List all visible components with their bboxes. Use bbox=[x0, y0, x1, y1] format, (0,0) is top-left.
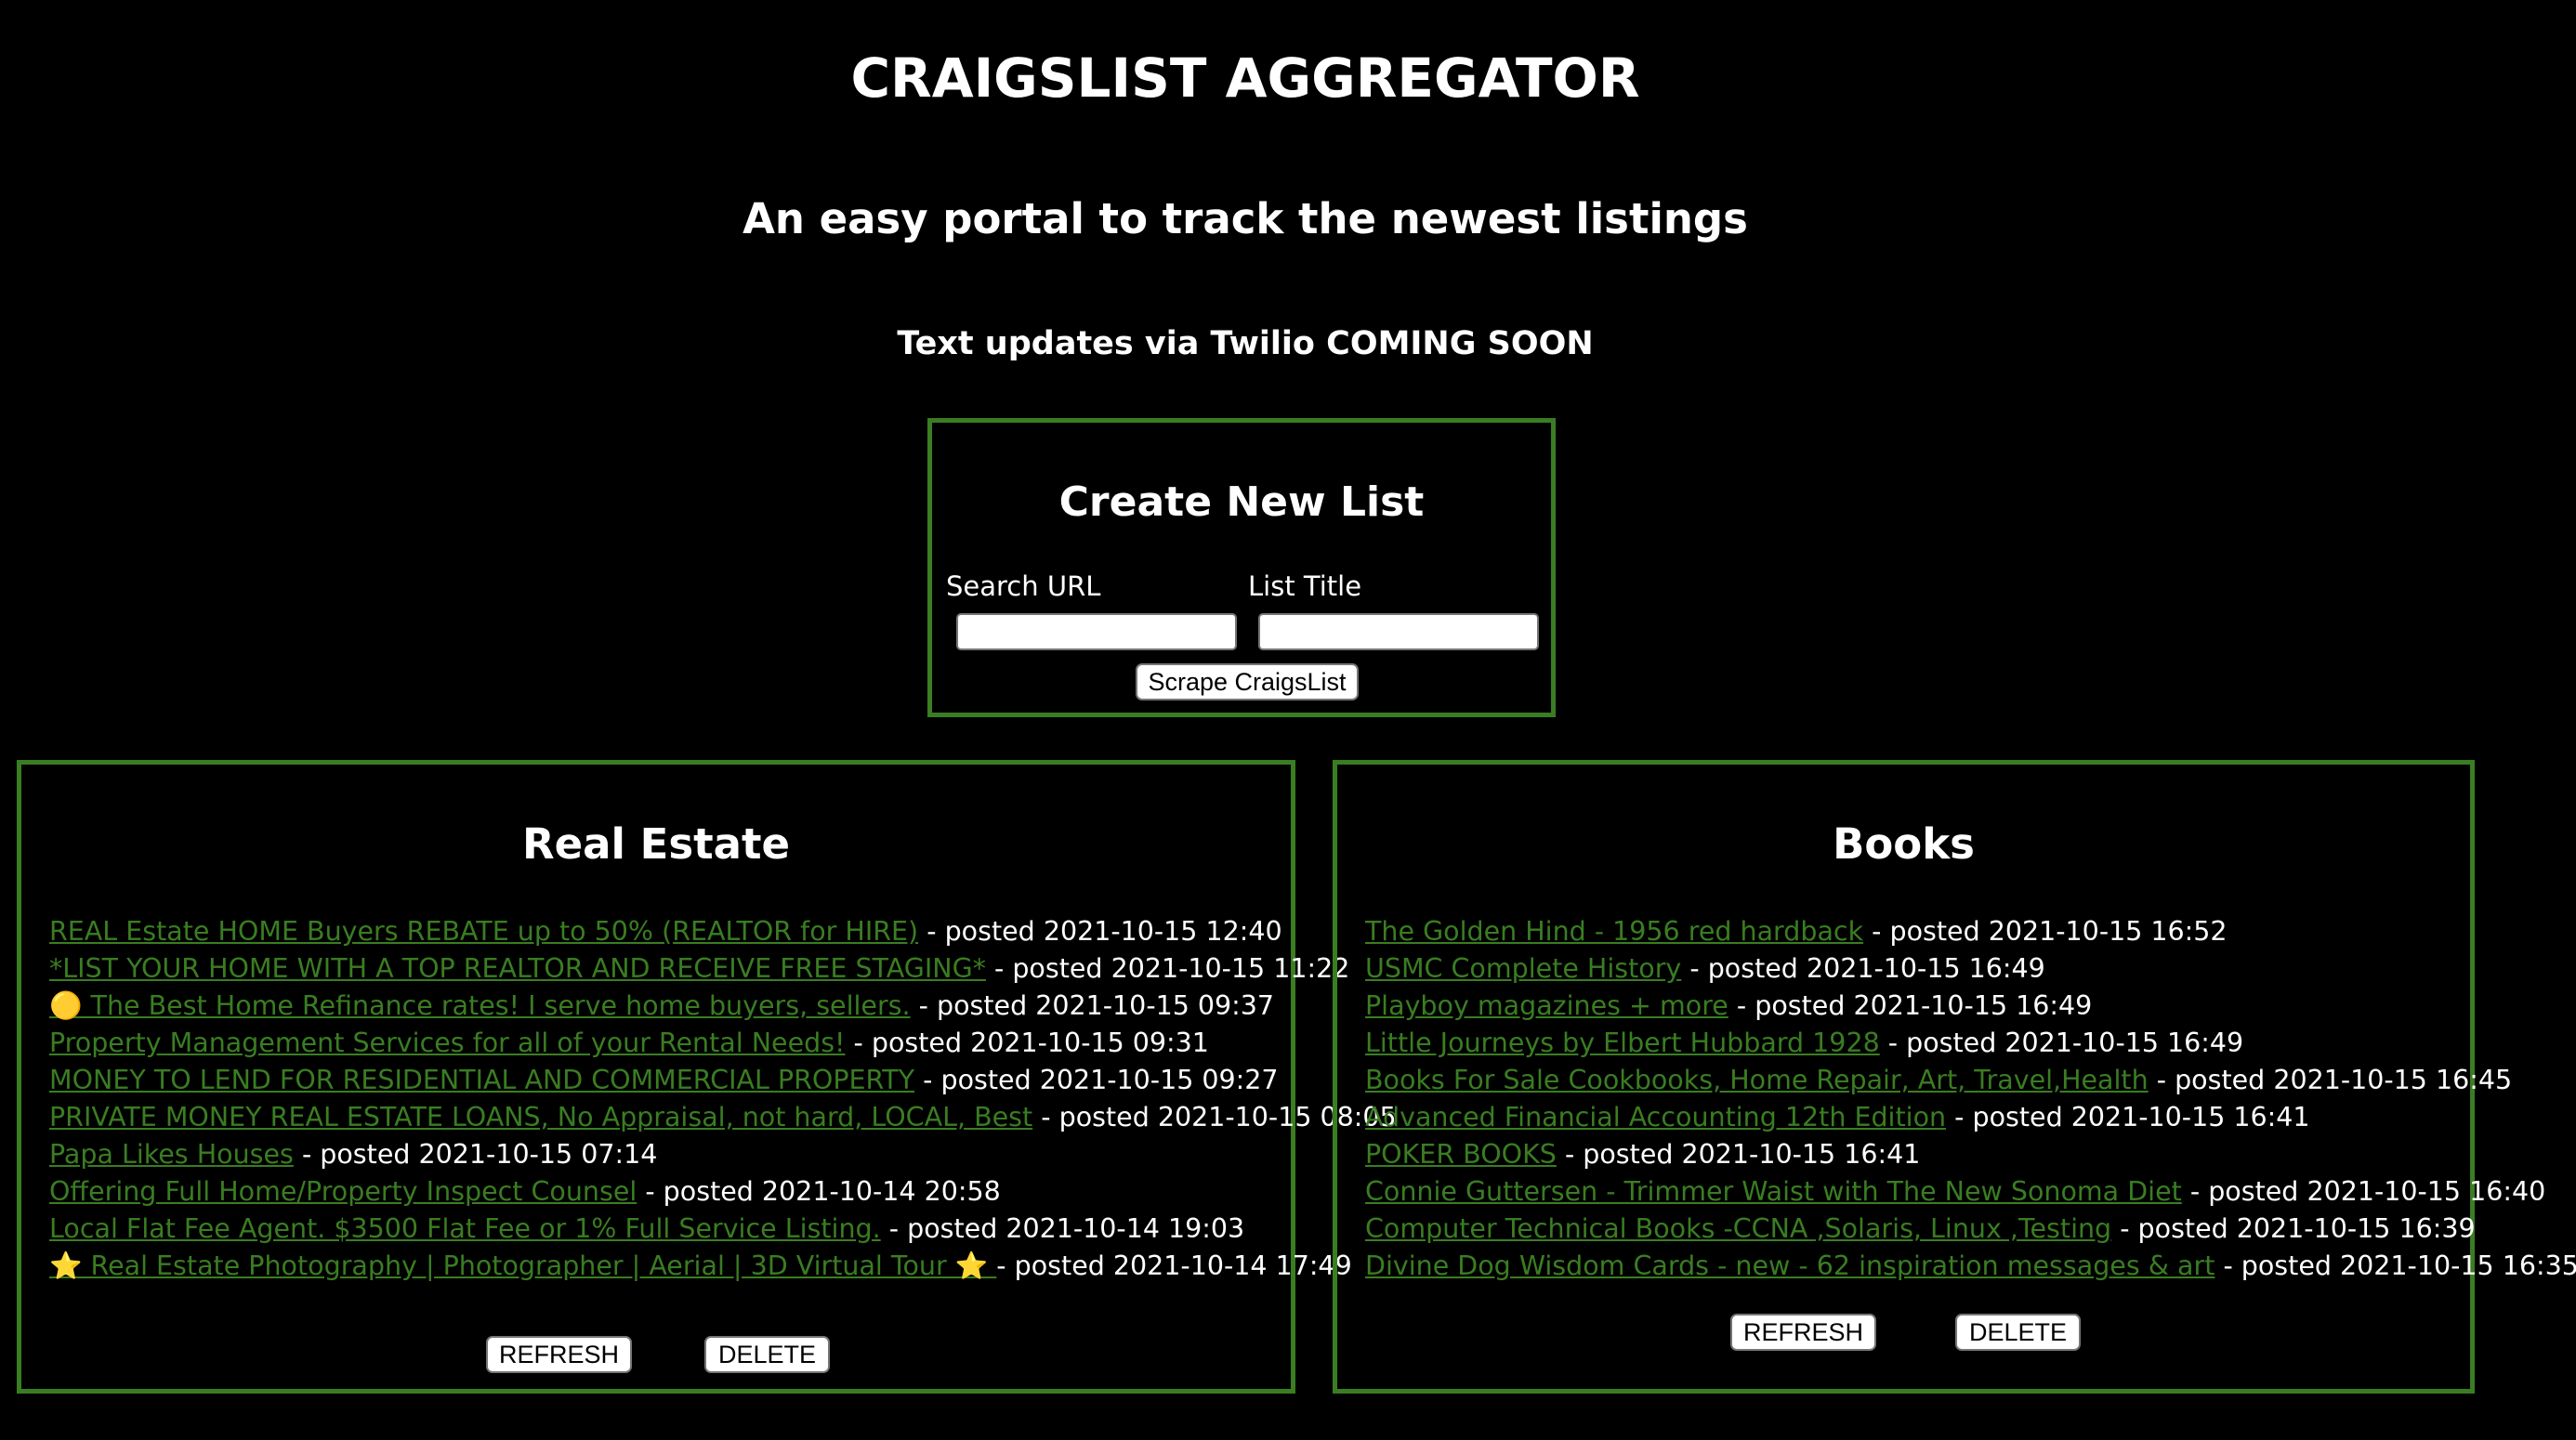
listing-link[interactable]: *LIST YOUR HOME WITH A TOP REALTOR AND R… bbox=[49, 953, 986, 984]
list-title-input[interactable] bbox=[1258, 613, 1539, 650]
list-title-label: List Title bbox=[1248, 570, 1362, 602]
listing-link[interactable]: ⭐ Real Estate Photography | Photographer… bbox=[49, 1250, 996, 1281]
listing-row: Local Flat Fee Agent. $3500 Flat Fee or … bbox=[49, 1211, 1397, 1248]
listing-row: Offering Full Home/Property Inspect Coun… bbox=[49, 1173, 1397, 1211]
listing-list: The Golden Hind - 1956 red hardback - po… bbox=[1365, 913, 2576, 1285]
posted-timestamp: - posted 2021-10-15 11:22 bbox=[993, 953, 1350, 984]
posted-timestamp: - posted 2021-10-15 16:45 bbox=[2156, 1065, 2513, 1095]
listing-row: Papa Likes Houses - posted 2021-10-15 07… bbox=[49, 1136, 1397, 1173]
list-card-books: Books The Golden Hind - 1956 red hardbac… bbox=[1333, 760, 2576, 1394]
delete-button[interactable]: DELETE bbox=[1955, 1314, 2081, 1351]
listing-row: Books For Sale Cookbooks, Home Repair, A… bbox=[1365, 1062, 2576, 1099]
posted-timestamp: - posted 2021-10-15 16:52 bbox=[1872, 916, 2228, 947]
listing-link[interactable]: Playboy magazines + more bbox=[1365, 990, 1728, 1021]
listing-link[interactable]: 🟡 The Best Home Refinance rates! I serve… bbox=[49, 990, 911, 1021]
listing-row: USMC Complete History - posted 2021-10-1… bbox=[1365, 950, 2576, 988]
listing-row: Connie Guttersen - Trimmer Waist with Th… bbox=[1365, 1173, 2576, 1211]
posted-timestamp: - posted 2021-10-14 17:49 bbox=[996, 1250, 1352, 1281]
posted-timestamp: - posted 2021-10-15 16:39 bbox=[2120, 1213, 2476, 1244]
page-subtitle: An easy portal to track the newest listi… bbox=[743, 194, 1748, 243]
listing-row: Playboy magazines + more - posted 2021-1… bbox=[1365, 988, 2576, 1025]
refresh-button[interactable]: REFRESH bbox=[486, 1336, 632, 1373]
listing-row: *LIST YOUR HOME WITH A TOP REALTOR AND R… bbox=[49, 950, 1397, 988]
create-list-form: Create New List Search URL List Title Sc… bbox=[927, 418, 1556, 717]
posted-timestamp: - posted 2021-10-15 07:14 bbox=[301, 1139, 658, 1170]
scrape-craigslist-button[interactable]: Scrape CraigsList bbox=[1136, 663, 1359, 700]
listing-link[interactable]: Papa Likes Houses bbox=[49, 1139, 294, 1170]
posted-timestamp: - posted 2021-10-15 16:35 bbox=[2223, 1250, 2576, 1281]
listing-link[interactable]: Connie Guttersen - Trimmer Waist with Th… bbox=[1365, 1176, 2182, 1207]
list-title: Real Estate bbox=[521, 819, 791, 869]
search-url-input[interactable] bbox=[956, 613, 1237, 650]
create-list-title: Create New List bbox=[1058, 478, 1425, 526]
listing-link[interactable]: MONEY TO LEND FOR RESIDENTIAL AND COMMER… bbox=[49, 1065, 914, 1095]
coming-soon-notice: Text updates via Twilio COMING SOON bbox=[897, 325, 1594, 362]
listing-link[interactable]: Computer Technical Books -CCNA ,Solaris,… bbox=[1365, 1213, 2111, 1244]
list-title: Books bbox=[1833, 819, 1975, 869]
posted-timestamp: - posted 2021-10-15 09:27 bbox=[923, 1065, 1279, 1095]
listing-link[interactable]: POKER BOOKS bbox=[1365, 1139, 1557, 1170]
listing-row: Little Journeys by Elbert Hubbard 1928 -… bbox=[1365, 1025, 2576, 1062]
listing-row: Computer Technical Books -CCNA ,Solaris,… bbox=[1365, 1211, 2576, 1248]
listing-link[interactable]: Offering Full Home/Property Inspect Coun… bbox=[49, 1176, 637, 1207]
listing-row: Advanced Financial Accounting 12th Editi… bbox=[1365, 1099, 2576, 1136]
posted-timestamp: - posted 2021-10-14 20:58 bbox=[645, 1176, 1001, 1207]
page-title: CRAIGSLIST AGGREGATOR bbox=[850, 46, 1640, 110]
posted-timestamp: - posted 2021-10-15 16:49 bbox=[1736, 990, 2093, 1021]
posted-timestamp: - posted 2021-10-15 09:37 bbox=[918, 990, 1275, 1021]
posted-timestamp: - posted 2021-10-15 12:40 bbox=[927, 916, 1282, 947]
delete-button[interactable]: DELETE bbox=[704, 1336, 830, 1373]
posted-timestamp: - posted 2021-10-14 19:03 bbox=[888, 1213, 1245, 1244]
posted-timestamp: - posted 2021-10-15 16:40 bbox=[2189, 1176, 2546, 1207]
listing-row: MONEY TO LEND FOR RESIDENTIAL AND COMMER… bbox=[49, 1062, 1397, 1099]
posted-timestamp: - posted 2021-10-15 16:49 bbox=[1689, 953, 2045, 984]
list-card-real-estate: Real Estate REAL Estate HOME Buyers REBA… bbox=[17, 760, 1397, 1394]
search-url-label: Search URL bbox=[946, 570, 1101, 602]
listing-link[interactable]: REAL Estate HOME Buyers REBATE up to 50%… bbox=[49, 916, 918, 947]
listing-link[interactable]: PRIVATE MONEY REAL ESTATE LOANS, No Appr… bbox=[49, 1102, 1032, 1132]
posted-timestamp: - posted 2021-10-15 09:31 bbox=[853, 1028, 1209, 1058]
listing-row: ⭐ Real Estate Photography | Photographer… bbox=[49, 1248, 1397, 1285]
listing-link[interactable]: Little Journeys by Elbert Hubbard 1928 bbox=[1365, 1028, 1880, 1058]
listing-row: The Golden Hind - 1956 red hardback - po… bbox=[1365, 913, 2576, 950]
listing-row: PRIVATE MONEY REAL ESTATE LOANS, No Appr… bbox=[49, 1099, 1397, 1136]
listing-link[interactable]: USMC Complete History bbox=[1365, 953, 1681, 984]
listing-link[interactable]: Local Flat Fee Agent. $3500 Flat Fee or … bbox=[49, 1213, 881, 1244]
listing-link[interactable]: The Golden Hind - 1956 red hardback bbox=[1365, 916, 1863, 947]
posted-timestamp: - posted 2021-10-15 16:49 bbox=[1887, 1028, 2244, 1058]
refresh-button[interactable]: REFRESH bbox=[1730, 1314, 1876, 1351]
listing-row: 🟡 The Best Home Refinance rates! I serve… bbox=[49, 988, 1397, 1025]
posted-timestamp: - posted 2021-10-15 16:41 bbox=[1954, 1102, 2310, 1132]
listing-row: REAL Estate HOME Buyers REBATE up to 50%… bbox=[49, 913, 1397, 950]
listing-link[interactable]: Books For Sale Cookbooks, Home Repair, A… bbox=[1365, 1065, 2149, 1095]
listing-link[interactable]: Property Management Services for all of … bbox=[49, 1028, 845, 1058]
listing-row: POKER BOOKS - posted 2021-10-15 16:41 bbox=[1365, 1136, 2576, 1173]
listing-link[interactable]: Divine Dog Wisdom Cards - new - 62 inspi… bbox=[1365, 1250, 2215, 1281]
listing-link[interactable]: Advanced Financial Accounting 12th Editi… bbox=[1365, 1102, 1946, 1132]
posted-timestamp: - posted 2021-10-15 16:41 bbox=[1564, 1139, 1921, 1170]
listing-row: Property Management Services for all of … bbox=[49, 1025, 1397, 1062]
listing-row: Divine Dog Wisdom Cards - new - 62 inspi… bbox=[1365, 1248, 2576, 1285]
listing-list: REAL Estate HOME Buyers REBATE up to 50%… bbox=[49, 913, 1397, 1285]
